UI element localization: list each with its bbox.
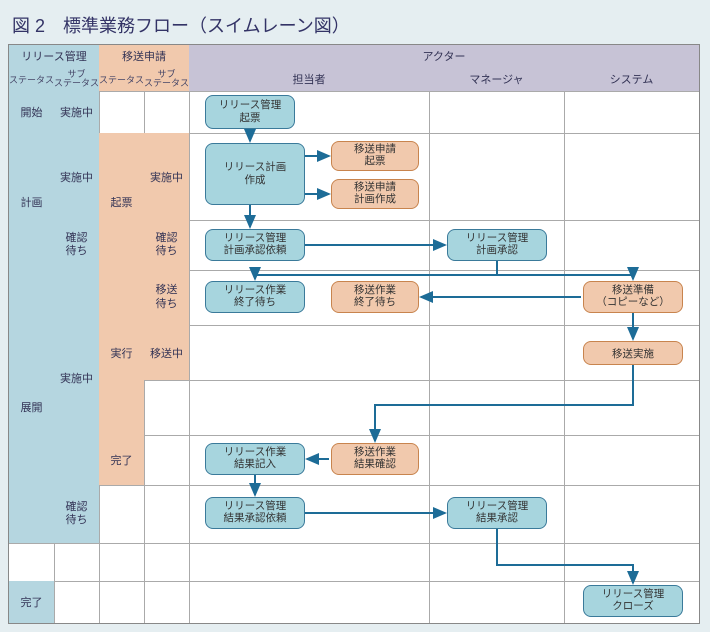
box-transfer-result-confirm: 移送作業結果確認	[331, 443, 419, 475]
box-result-approve-req: リリース管理結果承認依頼	[205, 497, 305, 529]
box-result-approve: リリース管理結果承認	[447, 497, 547, 529]
row-deploy: 展開	[9, 270, 54, 543]
lane-release-mgmt: リリース管理	[9, 45, 99, 67]
box-transfer-exec: 移送実施	[583, 341, 683, 365]
row-plan-t-status: 起票	[99, 133, 144, 270]
row-deploy-t-sub-transferring: 移送中	[144, 325, 189, 380]
box-plan-approve-req: リリース管理計画承認依頼	[205, 229, 305, 261]
row-deploy-sub-1: 実施中	[54, 270, 99, 485]
box-release-close: リリース管理クローズ	[583, 585, 683, 617]
row-done: 完了	[9, 581, 54, 623]
box-release-draft: リリース管理起票	[205, 95, 295, 129]
box-work-wait: リリース作業終了待ち	[205, 281, 305, 313]
row-deploy-t-status-done: 完了	[99, 435, 144, 485]
row-start-sub: 実施中	[54, 91, 99, 133]
col-assignee: 担当者	[189, 67, 429, 91]
box-transfer-req-plan: 移送申請計画作成	[331, 179, 419, 209]
box-transfer-prep: 移送準備（コピーなど）	[583, 281, 683, 313]
lane-transfer-req: 移送申請	[99, 45, 189, 67]
col-status-2: ステータス	[99, 67, 144, 91]
diagram-title: 図 2 標準業務フロー（スイムレーン図）	[12, 12, 702, 38]
col-sub-status-1: サブステータス	[54, 67, 99, 91]
row-deploy-sub-2: 確認待ち	[54, 485, 99, 543]
row-plan-sub-1: 実施中	[54, 133, 99, 220]
lane-actor: アクター	[189, 45, 699, 67]
col-manager: マネージャ	[429, 67, 564, 91]
row-start: 開始	[9, 91, 54, 133]
row-deploy-t-status-exec: 実行	[99, 270, 144, 435]
row-deploy-t-sub-wait: 移送待ち	[144, 270, 189, 325]
row-plan-t-sub-2: 確認待ち	[144, 220, 189, 270]
row-plan-sub-2: 確認待ち	[54, 220, 99, 270]
row-plan: 計画	[9, 133, 54, 270]
box-plan-approve: リリース管理計画承認	[447, 229, 547, 261]
box-work-result-entry: リリース作業結果記入	[205, 443, 305, 475]
col-system: システム	[564, 67, 699, 91]
col-sub-status-2: サブステータス	[144, 67, 189, 91]
col-status-1: ステータス	[9, 67, 54, 91]
box-release-plan-create: リリース計画作成	[205, 143, 305, 205]
row-plan-t-sub-1: 実施中	[144, 133, 189, 220]
box-transfer-work-wait: 移送作業終了待ち	[331, 281, 419, 313]
box-transfer-req-draft: 移送申請起票	[331, 141, 419, 171]
